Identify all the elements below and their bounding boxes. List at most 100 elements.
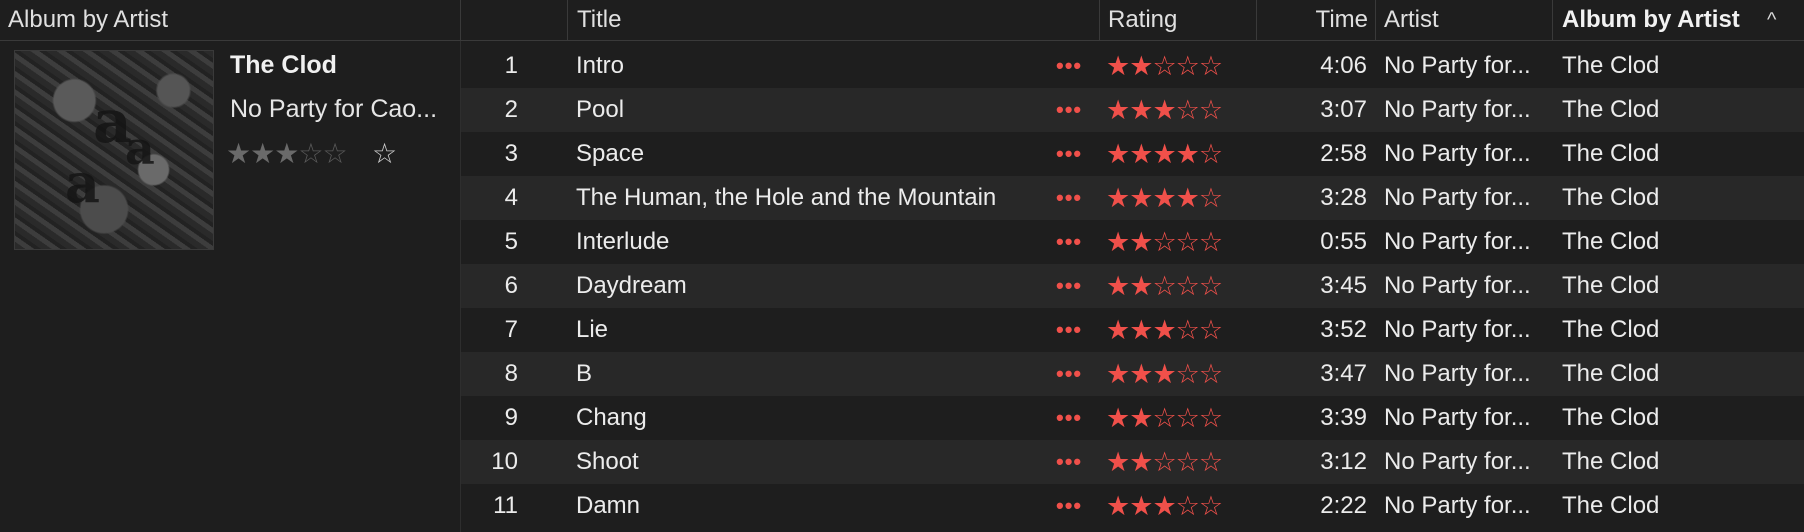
star-filled-icon[interactable]: ★ (1129, 447, 1153, 477)
star-outline-icon[interactable]: ☆ (322, 138, 347, 169)
star-outline-icon[interactable]: ☆ (1152, 227, 1176, 257)
track-rating-stars[interactable]: ★★☆☆☆ (1106, 44, 1266, 88)
track-artist[interactable]: No Party for... (1384, 44, 1549, 88)
table-row[interactable]: 5 Interlude ••• 0:55 No Party for... The Clod… (461, 220, 1804, 264)
column-header-time[interactable]: Time (1300, 0, 1368, 40)
star-filled-icon[interactable]: ★ (1106, 51, 1130, 81)
star-filled-icon[interactable]: ★ (1152, 359, 1176, 389)
star-outline-icon[interactable]: ☆ (1199, 227, 1223, 257)
track-rating-stars[interactable]: ★★☆☆☆ (1106, 440, 1266, 484)
track-rating-stars[interactable]: ★★★☆☆ (1106, 352, 1266, 396)
track-album[interactable]: The Clod (1562, 308, 1782, 352)
star-outline-icon[interactable]: ☆ (1176, 403, 1200, 433)
more-options-icon[interactable]: ••• (1056, 440, 1096, 484)
star-filled-icon[interactable]: ★ (1106, 139, 1130, 169)
table-row[interactable]: 2 Pool ••• 3:07 No Party for... The Clod ★★★☆☆ (461, 88, 1804, 132)
star-outline-icon[interactable]: ☆ (1199, 139, 1223, 169)
track-artist[interactable]: No Party for... (1384, 484, 1549, 528)
track-album[interactable]: The Clod (1562, 396, 1782, 440)
star-filled-icon[interactable]: ★ (1106, 491, 1130, 521)
table-row[interactable]: 1 Intro ••• 4:06 No Party for... The Clod ★★☆☆… (461, 44, 1804, 88)
star-outline-icon[interactable]: ☆ (1176, 491, 1200, 521)
more-options-icon[interactable]: ••• (1056, 88, 1096, 132)
track-album[interactable]: The Clod (1562, 220, 1782, 264)
track-title[interactable]: Lie (576, 308, 1016, 352)
album-rating-stars[interactable]: ★★★☆☆ (226, 137, 348, 170)
track-artist[interactable]: No Party for... (1384, 132, 1549, 176)
more-options-icon[interactable]: ••• (1056, 396, 1096, 440)
track-artist[interactable]: No Party for... (1384, 88, 1549, 132)
column-divider[interactable] (567, 0, 568, 40)
star-filled-icon[interactable]: ★ (1176, 139, 1200, 169)
more-options-icon[interactable]: ••• (1056, 484, 1096, 528)
column-divider[interactable] (1099, 0, 1100, 40)
star-filled-icon[interactable]: ★ (1106, 95, 1130, 125)
track-title[interactable]: Shoot (576, 440, 1016, 484)
star-filled-icon[interactable]: ★ (1129, 491, 1153, 521)
track-artist[interactable]: No Party for... (1384, 264, 1549, 308)
track-artist[interactable]: No Party for... (1384, 176, 1549, 220)
star-filled-icon[interactable]: ★ (1129, 139, 1153, 169)
star-outline-icon[interactable]: ☆ (1176, 227, 1200, 257)
star-outline-icon[interactable]: ☆ (1176, 95, 1200, 125)
star-outline-icon[interactable]: ☆ (1199, 315, 1223, 345)
star-outline-icon[interactable]: ☆ (1152, 51, 1176, 81)
star-outline-icon[interactable]: ☆ (1176, 315, 1200, 345)
star-outline-icon[interactable]: ☆ (1199, 271, 1223, 301)
star-outline-icon[interactable]: ☆ (1152, 447, 1176, 477)
star-filled-icon[interactable]: ★ (1152, 315, 1176, 345)
track-album[interactable]: The Clod (1562, 176, 1782, 220)
track-rating-stars[interactable]: ★★★☆☆ (1106, 484, 1266, 528)
star-filled-icon[interactable]: ★ (1129, 271, 1153, 301)
star-outline-icon[interactable]: ☆ (1199, 403, 1223, 433)
track-title[interactable]: Intro (576, 44, 1016, 88)
track-rating-stars[interactable]: ★★★★☆ (1106, 176, 1266, 220)
star-outline-icon[interactable]: ☆ (1199, 95, 1223, 125)
track-rating-stars[interactable]: ★★☆☆☆ (1106, 220, 1266, 264)
track-title[interactable]: B (576, 352, 1016, 396)
track-title[interactable]: Interlude (576, 220, 1016, 264)
table-row[interactable]: 10 Shoot ••• 3:12 No Party for... The Clod ★★☆… (461, 440, 1804, 484)
track-album[interactable]: The Clod (1562, 88, 1782, 132)
table-row[interactable]: 9 Chang ••• 3:39 No Party for... The Clod ★★☆☆… (461, 396, 1804, 440)
star-outline-icon[interactable]: ☆ (1152, 403, 1176, 433)
track-album[interactable]: The Clod (1562, 440, 1782, 484)
track-rating-stars[interactable]: ★★☆☆☆ (1106, 396, 1266, 440)
album-artwork[interactable]: a a a (14, 50, 214, 250)
column-header-rating[interactable]: Rating (1108, 0, 1248, 40)
track-album[interactable]: The Clod (1562, 484, 1782, 528)
star-filled-icon[interactable]: ★ (274, 138, 299, 169)
track-title[interactable]: Space (576, 132, 1016, 176)
column-divider[interactable] (1375, 0, 1376, 40)
star-filled-icon[interactable]: ★ (1106, 271, 1130, 301)
track-rating-stars[interactable]: ★★★☆☆ (1106, 308, 1266, 352)
star-filled-icon[interactable]: ★ (1106, 403, 1130, 433)
column-divider[interactable] (1256, 0, 1257, 40)
star-filled-icon[interactable]: ★ (1176, 183, 1200, 213)
star-outline-icon[interactable]: ☆ (1199, 359, 1223, 389)
track-rating-stars[interactable]: ★★★☆☆ (1106, 88, 1266, 132)
table-row[interactable]: 6 Daydream ••• 3:45 No Party for... The Clod ★… (461, 264, 1804, 308)
star-filled-icon[interactable]: ★ (1106, 183, 1130, 213)
more-options-icon[interactable]: ••• (1056, 308, 1096, 352)
star-outline-icon[interactable]: ☆ (1176, 271, 1200, 301)
table-row[interactable]: 8 B ••• 3:47 No Party for... The Clod ★★★☆☆ (461, 352, 1804, 396)
star-outline-icon[interactable]: ☆ (1176, 51, 1200, 81)
track-album[interactable]: The Clod (1562, 132, 1782, 176)
star-filled-icon[interactable]: ★ (1106, 227, 1130, 257)
star-outline-icon[interactable]: ☆ (1176, 447, 1200, 477)
star-filled-icon[interactable]: ★ (1152, 183, 1176, 213)
star-filled-icon[interactable]: ★ (1152, 491, 1176, 521)
star-filled-icon[interactable]: ★ (1129, 227, 1153, 257)
table-row[interactable]: 4 The Human, the Hole and the Mountain •••… (461, 176, 1804, 220)
star-filled-icon[interactable]: ★ (1129, 403, 1153, 433)
album-artist[interactable]: No Party for Cao... (230, 95, 445, 124)
star-filled-icon[interactable]: ★ (1129, 359, 1153, 389)
track-title[interactable]: Pool (576, 88, 1016, 132)
track-album[interactable]: The Clod (1562, 264, 1782, 308)
star-filled-icon[interactable]: ★ (1152, 139, 1176, 169)
track-artist[interactable]: No Party for... (1384, 396, 1549, 440)
star-outline-icon[interactable]: ☆ (1199, 51, 1223, 81)
track-album[interactable]: The Clod (1562, 44, 1782, 88)
track-rating-stars[interactable]: ★★★★☆ (1106, 132, 1266, 176)
